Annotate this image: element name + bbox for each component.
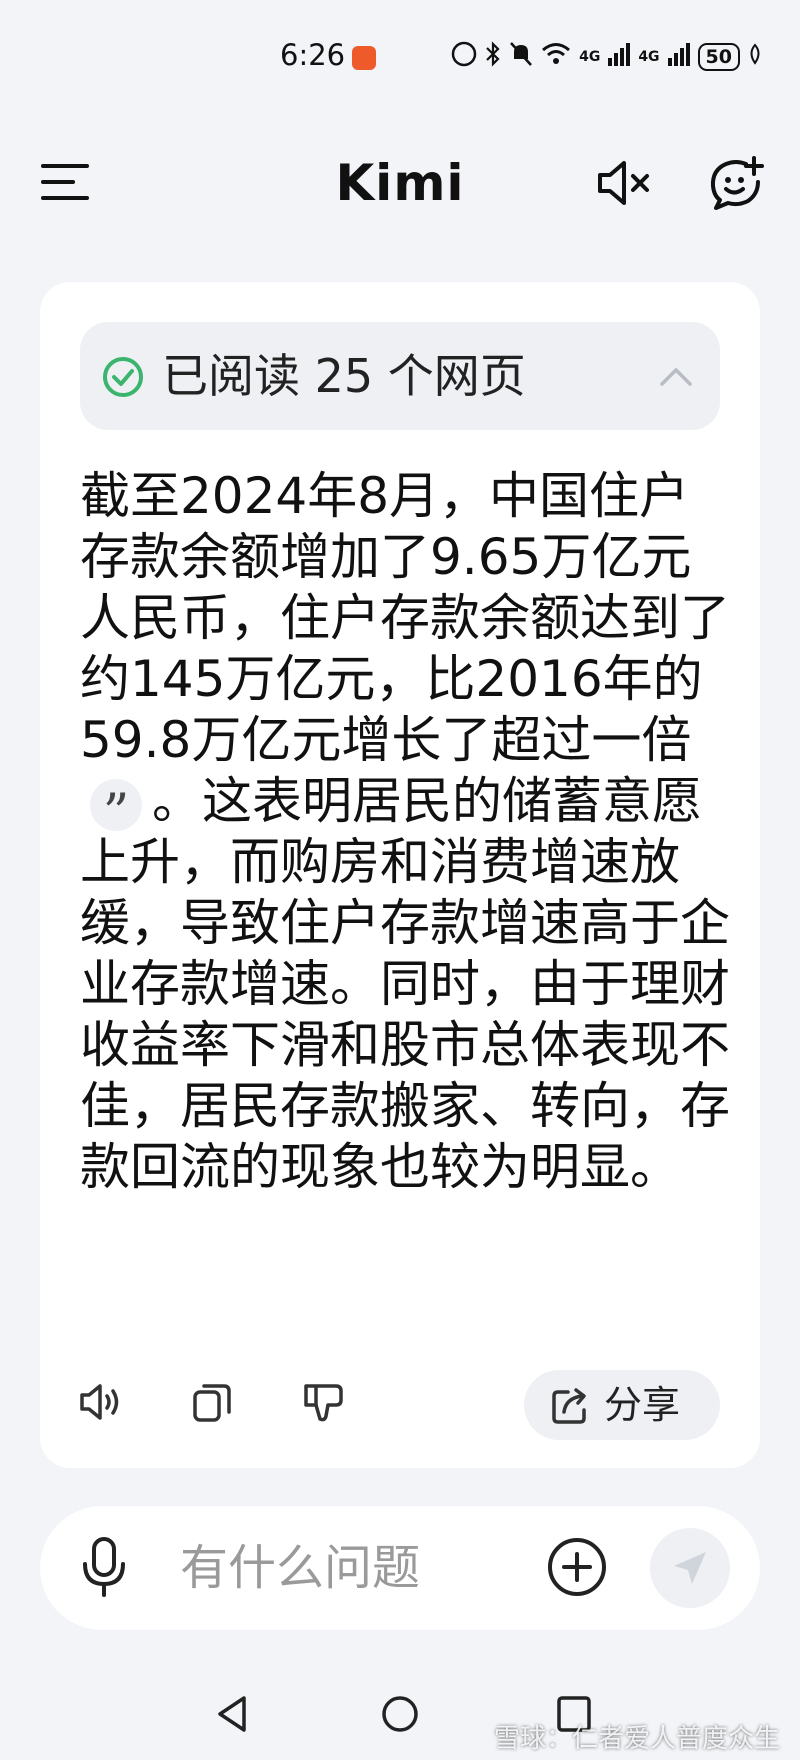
nav-back-button[interactable]	[212, 1692, 252, 1740]
network-type-1: 4G	[579, 49, 601, 65]
send-button[interactable]	[650, 1528, 730, 1608]
battery-icon: 50	[697, 43, 740, 71]
back-icon	[218, 1696, 246, 1732]
share-label: 分享	[604, 1383, 681, 1427]
network-type-2: 4G	[638, 49, 660, 65]
status-time: 6:26	[280, 38, 346, 72]
status-icons: 4G 4G 50	[451, 40, 762, 74]
home-icon	[382, 1696, 418, 1732]
bluetooth-icon	[485, 41, 501, 73]
chat-input-bar: 有什么问题	[40, 1506, 760, 1630]
answer-actions: 分享	[40, 1360, 760, 1440]
send-icon	[674, 1552, 706, 1584]
leaf-icon	[748, 43, 762, 71]
new-chat-button[interactable]	[708, 156, 764, 212]
new-chat-icon	[710, 156, 764, 210]
app-title: Kimi	[335, 154, 465, 212]
wifi-icon	[541, 42, 571, 72]
copy-icon	[193, 1384, 231, 1422]
mute-button[interactable]	[596, 158, 652, 208]
notification-icon	[352, 46, 376, 70]
copy-button[interactable]	[190, 1380, 234, 1424]
signal-icon-2	[667, 42, 690, 72]
speaker-icon	[80, 1384, 119, 1420]
dislike-button[interactable]	[302, 1380, 346, 1424]
attach-button[interactable]	[546, 1536, 608, 1598]
answer-text-part1: 截至2024年8月，中国住户存款余额增加了9.65万亿元人民币，住户存款余额达到…	[80, 467, 730, 769]
answer-card: 已阅读 25 个网页 截至2024年8月，中国住户存款余额增加了9.65万亿元人…	[40, 282, 760, 1468]
message-input[interactable]: 有什么问题	[180, 1506, 420, 1630]
voice-input-button[interactable]	[80, 1536, 128, 1598]
chevron-up-icon	[660, 368, 692, 386]
read-aloud-button[interactable]	[78, 1380, 122, 1424]
check-circle-icon	[103, 357, 143, 397]
signal-icon-1	[608, 42, 631, 72]
status-bar: 6:26 4G 4G 50	[0, 0, 800, 120]
mute-icon	[598, 161, 649, 205]
hd-call-icon	[451, 41, 477, 73]
thumbs-down-icon	[304, 1384, 343, 1422]
share-icon	[552, 1388, 586, 1424]
mic-icon	[83, 1537, 125, 1597]
answer-text: 截至2024年8月，中国住户存款余额增加了9.65万亿元人民币，住户存款余额达到…	[80, 466, 730, 1198]
answer-text-part2: 。这表明居民的储蓄意愿上升，而购房和消费增速放缓，导致住户存款增速高于企业存款增…	[80, 772, 730, 1196]
citation-badge[interactable]: ”	[90, 778, 142, 844]
plus-icon	[548, 1538, 606, 1596]
sources-toggle[interactable]: 已阅读 25 个网页	[80, 322, 720, 430]
nav-home-button[interactable]	[380, 1692, 420, 1740]
silent-icon	[509, 41, 533, 73]
watermark: 雪球：仁者爱人普度众生	[493, 1724, 780, 1754]
sources-label: 已阅读 25 个网页	[162, 349, 526, 403]
share-button[interactable]: 分享	[524, 1370, 720, 1440]
app-header: Kimi	[0, 120, 800, 240]
